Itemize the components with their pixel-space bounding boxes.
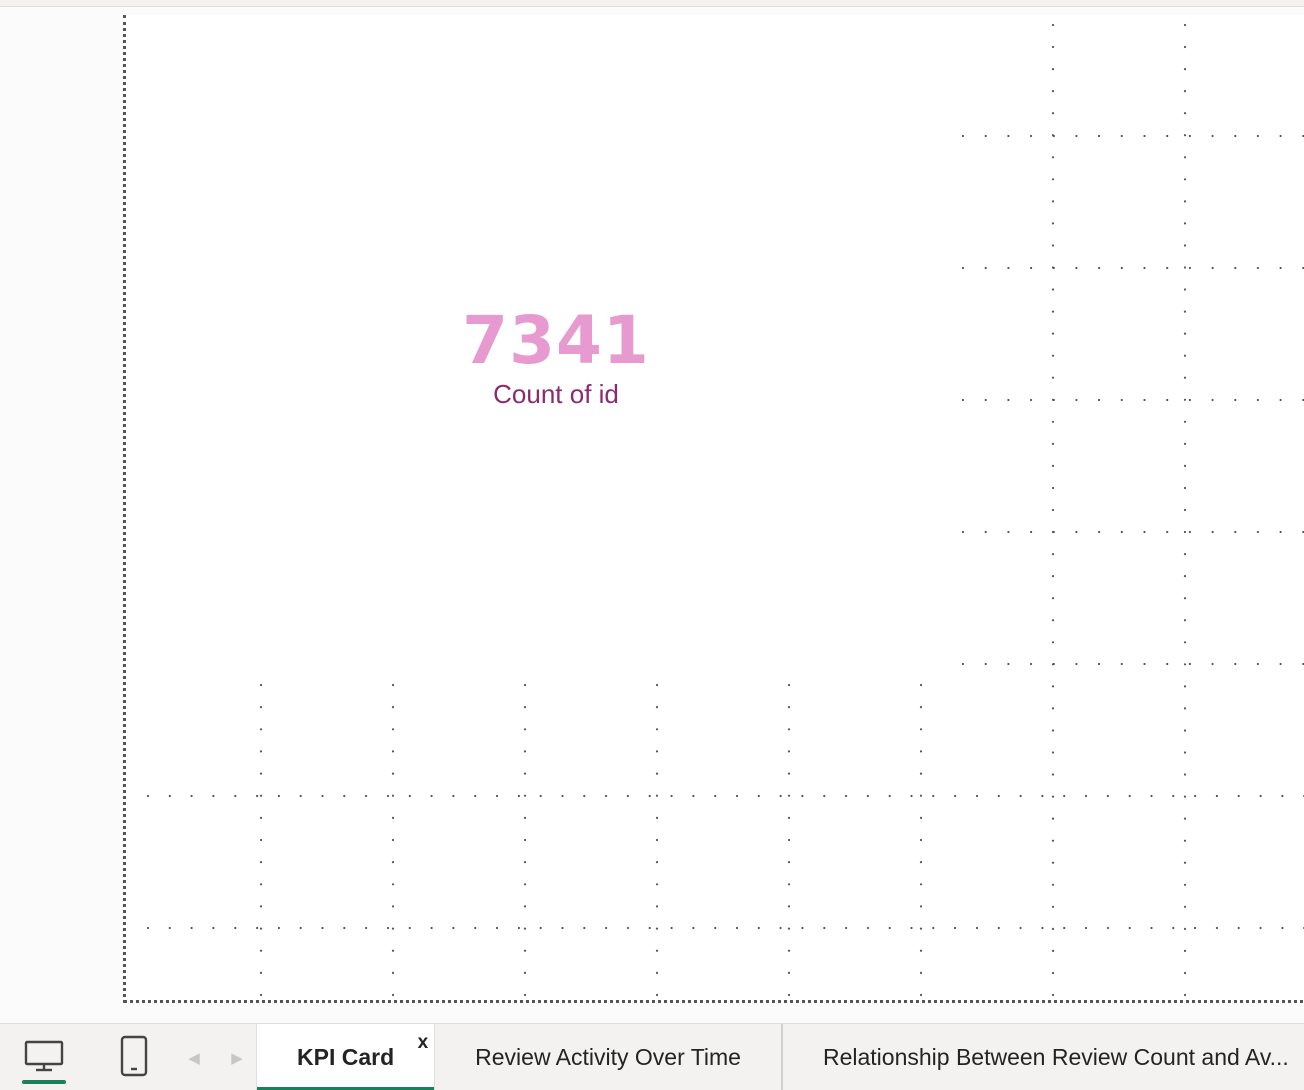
tab-review-activity-over-time[interactable]: Review Activity Over Time: [435, 1024, 781, 1090]
tab-kpi-card[interactable]: KPI Card x: [256, 1024, 436, 1090]
snap-grid: [146, 23, 1304, 997]
kpi-card[interactable]: 7341 Count of id: [426, 302, 686, 410]
tab-label: Review Activity Over Time: [475, 1043, 741, 1070]
kpi-value: 7341: [462, 302, 650, 379]
phone-icon: [120, 1035, 148, 1077]
tab-label: KPI Card: [297, 1043, 395, 1070]
page-tabs: KPI Card x Review Activity Over Time Rel…: [256, 1024, 1289, 1090]
caret-right-icon: ▶: [231, 1049, 243, 1067]
tab-relationship-review-count[interactable]: Relationship Between Review Count and Av…: [783, 1024, 1289, 1090]
next-page-button[interactable]: ▶: [225, 1044, 249, 1072]
top-strip: [0, 0, 1304, 7]
report-page[interactable]: 7341 Count of id: [123, 15, 1304, 1003]
mobile-view-button[interactable]: [108, 1030, 160, 1082]
tab-label: Relationship Between Review Count and Av…: [822, 1043, 1289, 1070]
close-tab-button[interactable]: x: [418, 1032, 429, 1054]
previous-page-button[interactable]: ◀: [182, 1044, 206, 1072]
kpi-label: Count of id: [493, 379, 619, 409]
monitor-icon: [24, 1040, 64, 1072]
report-canvas[interactable]: 7341 Count of id: [0, 7, 1304, 1023]
desktop-view-button[interactable]: [18, 1030, 70, 1084]
page-tab-bar: ◀ ▶ KPI Card x Review Activity Over Time…: [0, 1023, 1304, 1090]
report-editor: 7341 Count of id ◀ ▶ KPI Card x Review A…: [0, 0, 1304, 1090]
caret-left-icon: ◀: [188, 1049, 200, 1067]
